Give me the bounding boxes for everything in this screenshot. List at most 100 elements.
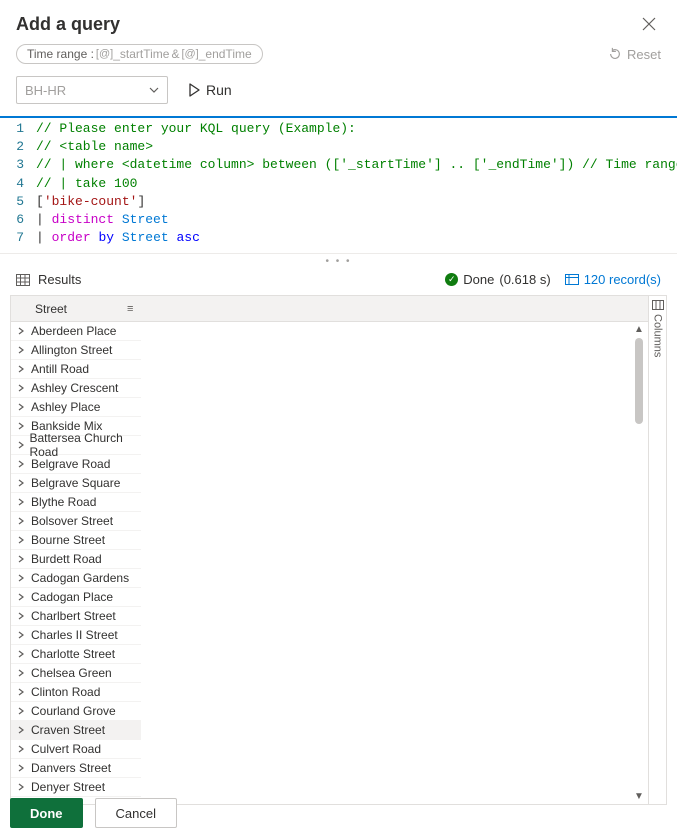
cell-street: Culvert Road — [31, 742, 101, 756]
table-row[interactable]: Ashley Crescent — [11, 379, 141, 398]
table-row[interactable]: Ashley Place — [11, 398, 141, 417]
cell-street: Ashley Place — [31, 400, 100, 414]
gutter-line: 4 — [0, 175, 36, 193]
done-time: (0.618 s) — [499, 272, 550, 287]
cell-street: Bourne Street — [31, 533, 105, 547]
cell-street: Charles II Street — [31, 628, 118, 642]
table-row[interactable]: Aberdeen Place — [11, 322, 141, 341]
expand-icon[interactable] — [17, 517, 31, 525]
expand-icon[interactable] — [17, 631, 31, 639]
grid-header[interactable]: Street ≡ — [11, 296, 648, 322]
page-title: Add a query — [16, 14, 120, 35]
cell-street: Charlotte Street — [31, 647, 115, 661]
scroll-thumb[interactable] — [635, 338, 643, 424]
gutter-line: 3 — [0, 156, 36, 174]
done-button[interactable]: Done — [10, 798, 83, 828]
cell-street: Craven Street — [31, 723, 105, 737]
results-grid: Street ≡ Aberdeen Place Allington Street A… — [10, 295, 667, 805]
table-row[interactable]: Bolsover Street — [11, 512, 141, 531]
reset-button[interactable]: Reset — [608, 47, 661, 62]
code-line[interactable]: // <table name> — [36, 138, 153, 156]
table-row[interactable]: Craven Street — [11, 721, 141, 740]
expand-icon[interactable] — [17, 745, 31, 753]
expand-icon[interactable] — [17, 327, 31, 335]
columns-panel-toggle[interactable]: Columns — [648, 296, 666, 804]
cell-street: Belgrave Road — [31, 457, 110, 471]
code-line[interactable]: | order by Street asc — [36, 229, 200, 247]
table-row[interactable]: Blythe Road — [11, 493, 141, 512]
code-line[interactable]: | distinct Street — [36, 211, 169, 229]
expand-icon[interactable] — [17, 688, 31, 696]
gutter-line: 6 — [0, 211, 36, 229]
table-row[interactable]: Cadogan Gardens — [11, 569, 141, 588]
table-row[interactable]: Burdett Road — [11, 550, 141, 569]
table-row[interactable]: Bourne Street — [11, 531, 141, 550]
record-count[interactable]: 120 record(s) — [565, 272, 661, 287]
cell-street: Burdett Road — [31, 552, 102, 566]
cell-street: Ashley Crescent — [31, 381, 118, 395]
cancel-button[interactable]: Cancel — [95, 798, 177, 828]
cell-street: Antill Road — [31, 362, 89, 376]
column-header-street[interactable]: Street — [35, 302, 67, 316]
expand-icon[interactable] — [17, 441, 29, 449]
expand-icon[interactable] — [17, 669, 31, 677]
close-button[interactable] — [637, 12, 661, 36]
expand-icon[interactable] — [17, 707, 31, 715]
table-icon — [16, 274, 30, 286]
expand-icon[interactable] — [17, 536, 31, 544]
cell-street: Danvers Street — [31, 761, 111, 775]
expand-icon[interactable] — [17, 574, 31, 582]
expand-icon[interactable] — [17, 384, 31, 392]
database-dropdown[interactable]: BH-HR — [16, 76, 168, 104]
cell-street: Cadogan Gardens — [31, 571, 129, 585]
query-editor[interactable]: 1// Please enter your KQL query (Example… — [0, 116, 677, 254]
expand-icon[interactable] — [17, 612, 31, 620]
table-row[interactable]: Charlotte Street — [11, 645, 141, 664]
expand-icon[interactable] — [17, 764, 31, 772]
expand-icon[interactable] — [17, 346, 31, 354]
expand-icon[interactable] — [17, 460, 31, 468]
time-range-pill[interactable]: Time range : [@]_startTime & [@]_endTime — [16, 44, 263, 64]
expand-icon[interactable] — [17, 650, 31, 658]
records-icon — [565, 274, 579, 285]
scroll-down-arrow[interactable]: ▼ — [634, 789, 644, 804]
column-menu-icon[interactable]: ≡ — [127, 303, 133, 315]
scrollbar[interactable]: ▲ ▼ — [631, 322, 647, 804]
resize-handle[interactable]: • • • — [0, 254, 677, 268]
table-row[interactable]: Culvert Road — [11, 740, 141, 759]
time-range-amp: & — [171, 47, 179, 61]
expand-icon[interactable] — [17, 498, 31, 506]
cell-street: Battersea Church Road — [29, 431, 141, 459]
expand-icon[interactable] — [17, 593, 31, 601]
cell-street: Allington Street — [31, 343, 112, 357]
expand-icon[interactable] — [17, 479, 31, 487]
cell-street: Courland Grove — [31, 704, 116, 718]
code-line[interactable]: // Please enter your KQL query (Example)… — [36, 120, 356, 138]
gutter-line: 5 — [0, 193, 36, 211]
code-line[interactable]: // | take 100 — [36, 175, 137, 193]
expand-icon[interactable] — [17, 783, 31, 791]
table-row[interactable]: Battersea Church Road — [11, 436, 141, 455]
code-line[interactable]: // | where <datetime column> between (['… — [36, 156, 677, 174]
table-row[interactable]: Danvers Street — [11, 759, 141, 778]
table-row[interactable]: Cadogan Place — [11, 588, 141, 607]
table-row[interactable]: Charlbert Street — [11, 607, 141, 626]
expand-icon[interactable] — [17, 422, 31, 430]
code-line[interactable]: ['bike-count'] — [36, 193, 145, 211]
table-row[interactable]: Charles II Street — [11, 626, 141, 645]
table-row[interactable]: Allington Street — [11, 341, 141, 360]
run-button[interactable]: Run — [188, 82, 232, 98]
table-row[interactable]: Belgrave Square — [11, 474, 141, 493]
cell-street: Chelsea Green — [31, 666, 112, 680]
table-row[interactable]: Courland Grove — [11, 702, 141, 721]
table-row[interactable]: Denyer Street — [11, 778, 141, 797]
table-row[interactable]: Antill Road — [11, 360, 141, 379]
table-row[interactable]: Chelsea Green — [11, 664, 141, 683]
expand-icon[interactable] — [17, 555, 31, 563]
gutter-line: 2 — [0, 138, 36, 156]
expand-icon[interactable] — [17, 726, 31, 734]
expand-icon[interactable] — [17, 365, 31, 373]
table-row[interactable]: Clinton Road — [11, 683, 141, 702]
expand-icon[interactable] — [17, 403, 31, 411]
scroll-up-arrow[interactable]: ▲ — [634, 322, 644, 337]
